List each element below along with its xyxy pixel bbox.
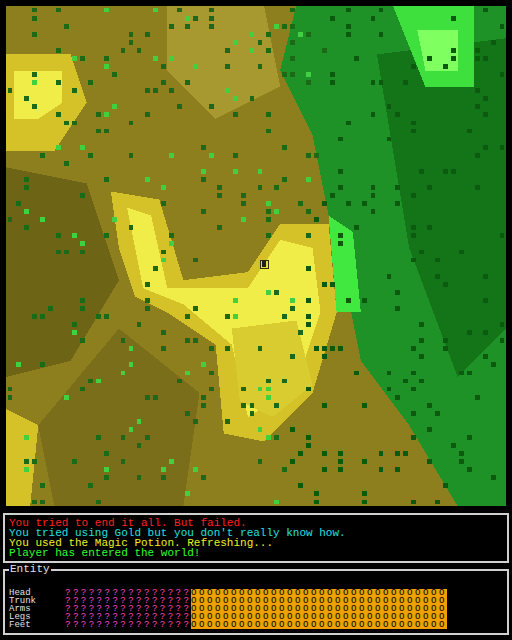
part-unknown: ???????????????? xyxy=(65,589,191,597)
part-health-bar: OOOOOOOOOOOOOOOOOOOOOOOOOOOOOOOO xyxy=(191,621,447,629)
part-label: Feet xyxy=(9,621,65,629)
part-label: Arms xyxy=(9,605,65,613)
body-part-row: Head????????????????OOOOOOOOOOOOOOOOOOOO… xyxy=(9,589,503,597)
part-label: Legs xyxy=(9,613,65,621)
log-message: You used the Magic Potion. Refreshing... xyxy=(9,538,503,548)
part-health-bar: OOOOOOOOOOOOOOOOOOOOOOOOOOOOOOOO xyxy=(191,597,447,605)
body-part-row: Feet????????????????OOOOOOOOOOOOOOOOOOOO… xyxy=(9,621,503,629)
part-unknown: ???????????????? xyxy=(65,605,191,613)
log-message: You tried to end it all. But failed. xyxy=(9,518,503,528)
body-part-row: Trunk????????????????OOOOOOOOOOOOOOOOOOO… xyxy=(9,597,503,605)
player-icon xyxy=(260,260,268,268)
part-label: Head xyxy=(9,589,65,597)
part-unknown: ???????????????? xyxy=(65,613,191,621)
world-map[interactable] xyxy=(6,6,506,506)
entity-panel: EntityHead????????????????OOOOOOOOOOOOOO… xyxy=(3,569,509,635)
part-unknown: ???????????????? xyxy=(65,597,191,605)
panel-title: Entity xyxy=(9,564,51,575)
body-part-row: Legs????????????????OOOOOOOOOOOOOOOOOOOO… xyxy=(9,613,503,621)
part-health-bar: OOOOOOOOOOOOOOOOOOOOOOOOOOOOOOOO xyxy=(191,589,447,597)
part-label: Trunk xyxy=(9,597,65,605)
message-log: You tried to end it all. But failed.You … xyxy=(3,513,509,563)
part-health-bar: OOOOOOOOOOOOOOOOOOOOOOOOOOOOOOOO xyxy=(191,613,447,621)
log-message: Player has entered the world! xyxy=(9,548,503,558)
log-message: You tried using Gold but you don't reall… xyxy=(9,528,503,538)
map-view[interactable] xyxy=(6,6,506,506)
part-unknown: ???????????????? xyxy=(65,621,191,629)
game-screen: You tried to end it all. But failed.You … xyxy=(0,0,512,640)
body-part-row: Arms????????????????OOOOOOOOOOOOOOOOOOOO… xyxy=(9,605,503,613)
part-health-bar: OOOOOOOOOOOOOOOOOOOOOOOOOOOOOOOO xyxy=(191,605,447,613)
